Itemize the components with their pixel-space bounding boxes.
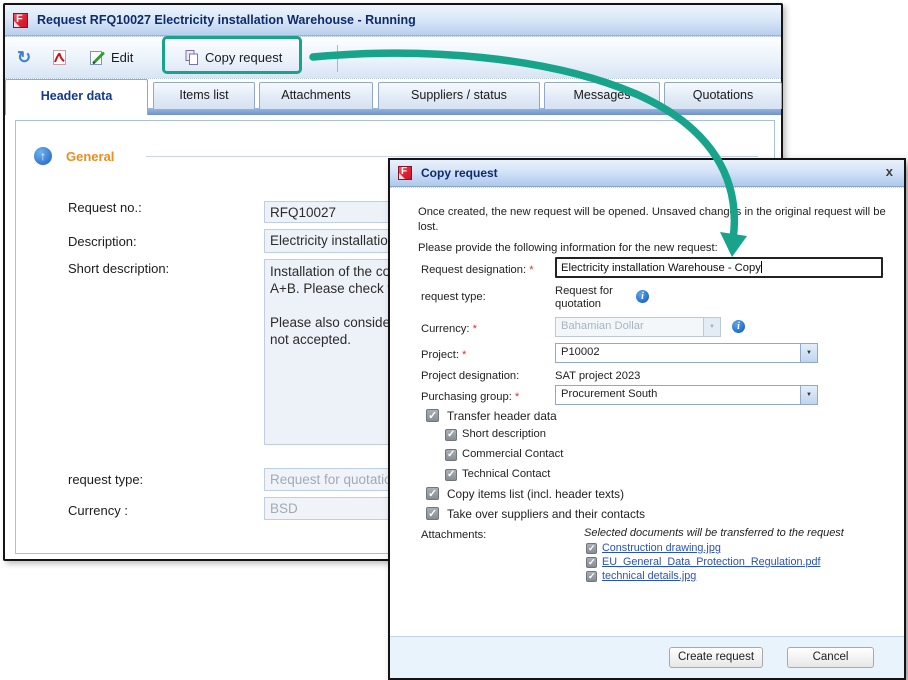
attachment-checkbox[interactable] [586,571,597,582]
currency-dropdown: Bahamian Dollar▼ [555,317,721,337]
attachments-label: Attachments: [421,529,486,541]
app-logo-icon: F [398,166,412,180]
edit-icon [89,49,106,66]
purchasing-group-label: Purchasing group: * [421,391,519,403]
copy-items-list-label: Copy items list (incl. header texts) [447,487,624,501]
dialog-request-type-label: request type: [421,291,486,303]
dialog-title: Copy request [421,166,498,180]
create-request-button[interactable]: Create request [669,647,763,668]
dialog-currency-label: Currency: * [421,323,477,335]
attachment-link[interactable]: Construction drawing.jpg [602,542,721,554]
text-caret [761,261,762,273]
collapse-section-icon[interactable]: ↑ [34,147,52,165]
copy-request-button[interactable]: Copy request [183,37,282,78]
copy-request-dialog: F Copy request x Once created, the new r… [388,158,906,680]
tab-attachments[interactable]: Attachments [259,82,373,109]
dropdown-arrow-icon[interactable]: ▼ [800,344,817,362]
refresh-icon: ↻ [17,49,31,66]
tab-messages[interactable]: Messages [544,82,660,109]
attachments-note: Selected documents will be transferred t… [584,527,844,539]
copy-request-button-label: Copy request [205,50,282,65]
project-designation-label: Project designation: [421,370,519,382]
pdf-icon [51,49,68,66]
attachment-checkbox[interactable] [586,557,597,568]
commercial-contact-checkbox[interactable] [445,449,457,461]
description-label: Description: [68,234,137,249]
toolbar-separator [337,45,338,72]
currency-info-icon[interactable]: i [732,320,745,333]
currency-label: Currency : [68,503,128,518]
pdf-export-button[interactable] [51,37,68,78]
copy-items-list-checkbox[interactable] [426,487,439,500]
refresh-button[interactable]: ↻ [17,37,31,78]
screenshot-canvas: F Request RFQ10027 Electricity installat… [0,0,908,680]
tab-suppliers-status[interactable]: Suppliers / status [378,82,540,109]
cancel-button[interactable]: Cancel [787,647,874,668]
close-icon[interactable]: x [886,164,893,179]
window-titlebar: F Request RFQ10027 Electricity installat… [5,5,781,36]
dropdown-arrow-icon: ▼ [703,318,720,336]
tab-items-list[interactable]: Items list [153,82,255,109]
project-label: Project: * [421,349,466,361]
dialog-body: Once created, the new request will be op… [390,187,904,636]
request-type-info-icon[interactable]: i [636,290,649,303]
attachment-checkbox[interactable] [586,543,597,554]
dialog-footer: Create request Cancel [390,636,904,678]
tab-strip: Header data Items list Attachments Suppl… [5,79,781,115]
copy-icon [183,49,200,66]
app-logo-icon: F [13,13,28,28]
request-designation-label: Request designation: * [421,264,534,276]
dialog-request-type-value: Request for quotation [555,285,640,311]
section-divider [146,156,758,157]
window-title: Request RFQ10027 Electricity installatio… [37,13,416,27]
request-designation-input[interactable]: Electricity installation Warehouse - Cop… [555,257,883,278]
request-type-label: request type: [68,472,143,487]
dropdown-arrow-icon[interactable]: ▼ [800,386,817,404]
technical-contact-checkbox[interactable] [445,469,457,481]
take-over-suppliers-checkbox[interactable] [426,507,439,520]
section-heading: General [66,149,114,164]
toolbar: ↻ Edit Copy [5,36,781,79]
attachment-link[interactable]: EU_General_Data_Protection_Regulation.pd… [602,556,820,568]
project-designation-value: SAT project 2023 [555,370,640,382]
dialog-instruction-text: Please provide the following information… [418,241,886,256]
project-dropdown[interactable]: P10002▼ [555,343,818,363]
edit-button-label: Edit [111,50,133,65]
commercial-contact-checkbox-label: Commercial Contact [462,448,563,460]
purchasing-group-dropdown[interactable]: Procurement South▼ [555,385,818,405]
take-over-suppliers-label: Take over suppliers and their contacts [447,507,645,521]
request-no-label: Request no.: [68,200,142,215]
transfer-header-data-checkbox[interactable] [426,409,439,422]
transfer-header-data-label: Transfer header data [447,409,557,423]
short-description-checkbox-label: Short description [462,428,546,440]
dialog-titlebar: F Copy request x [390,160,904,187]
dialog-intro-text: Once created, the new request will be op… [418,205,886,235]
short-description-checkbox[interactable] [445,429,457,441]
attachment-link[interactable]: technical details.jpg [602,570,696,582]
tab-header-data[interactable]: Header data [5,79,148,115]
technical-contact-checkbox-label: Technical Contact [462,468,550,480]
tab-quotations[interactable]: Quotations [664,82,782,109]
short-description-label: Short description: [68,261,169,276]
edit-button[interactable]: Edit [89,37,133,78]
